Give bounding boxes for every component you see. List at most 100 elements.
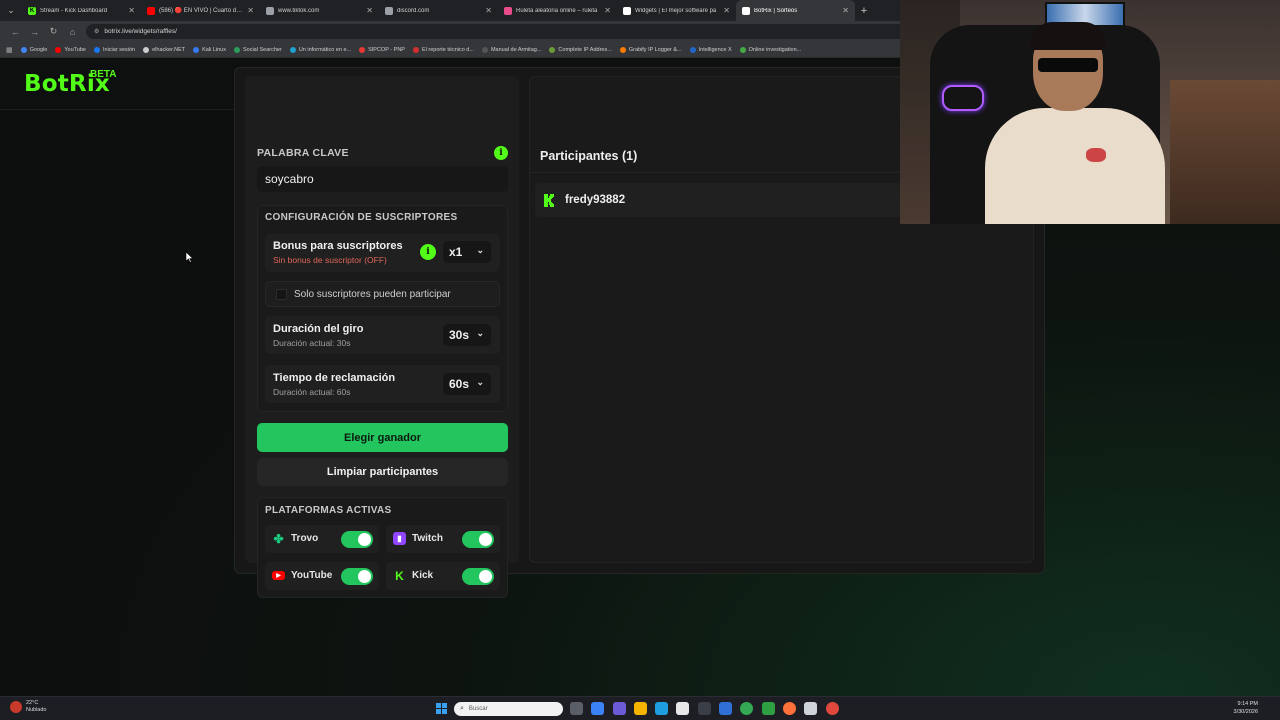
url-text: botrix.live/widgets/raffles/ [104, 28, 177, 35]
bookmark-item[interactable]: Google [20, 46, 48, 53]
platform-toggle[interactable] [462, 531, 494, 548]
steam-icon[interactable] [697, 702, 711, 715]
copilot-icon[interactable] [591, 702, 605, 715]
task-view-icon[interactable] [570, 702, 583, 715]
close-icon[interactable]: ✕ [485, 6, 492, 15]
edge-icon[interactable] [655, 702, 669, 715]
browser-tab[interactable]: Widgets | El mejor software pa ✕ [617, 0, 736, 21]
bookmark-item[interactable]: Grabify IP Logger &... [619, 46, 682, 53]
xbox-icon[interactable] [761, 702, 775, 715]
bonus-info-icon[interactable]: i [420, 244, 436, 260]
browser-tab[interactable]: Ruleta aleatoria online – ruleta ✕ [498, 0, 617, 21]
chrome-icon[interactable] [740, 702, 754, 715]
claim-time-value: 60s [449, 377, 470, 391]
bookmark-item[interactable]: El reporte técnico d... [412, 46, 474, 53]
participants-title: Participantes (1) [540, 149, 638, 163]
platform-toggle[interactable] [341, 568, 373, 585]
bonus-multiplier-select[interactable]: x1 ⌄ [443, 241, 491, 263]
bookmark-item[interactable]: Complete IP Addres... [549, 46, 612, 53]
back-icon[interactable]: ← [6, 27, 25, 37]
bookmark-label: Google [29, 46, 48, 53]
bookmark-item[interactable]: Un informático en e... [289, 46, 352, 53]
youtube-icon: ▶ [272, 571, 285, 580]
kick-icon: K [395, 568, 404, 583]
vscode-icon[interactable] [719, 702, 733, 715]
clear-participants-button[interactable]: Limpiar participantes [257, 458, 508, 486]
mouse-cursor-icon [186, 252, 194, 263]
wheel-icon [504, 6, 512, 15]
subs-only-row[interactable]: Solo suscriptores pueden participar [265, 281, 500, 307]
weather-temp: 22°C [26, 700, 39, 706]
bookmark-item[interactable]: YouTube [55, 46, 86, 53]
bookmark-item[interactable]: Online investigation... [739, 46, 802, 53]
close-icon[interactable]: ✕ [604, 6, 611, 15]
participant-name: fredy93882 [565, 194, 626, 206]
taskbar-search[interactable]: ⌕ Buscar [454, 702, 563, 716]
toggle-knob [358, 570, 371, 583]
address-bar[interactable]: ⚙ botrix.live/widgets/raffles/ [86, 24, 906, 39]
chevron-down-icon: ⌄ [476, 328, 484, 338]
bookmark-favicon-icon [481, 46, 488, 53]
trovo-icon: ✤ [273, 531, 284, 546]
bookmark-item[interactable]: SIPCOP - PNP [359, 46, 405, 53]
keyword-input[interactable] [257, 166, 508, 192]
forward-icon[interactable]: → [25, 27, 44, 37]
platform-name: Trovo [291, 533, 319, 544]
bookmark-item[interactable]: Iniciar sesión [94, 46, 135, 53]
browser-tab[interactable]: (586) 🔴 EN VIVO | Cuarto del s ✕ [141, 0, 260, 21]
apps-grid-icon[interactable]: ▦ [6, 46, 13, 54]
toggle-knob [358, 533, 371, 546]
spin-duration-select[interactable]: 30s ⌄ [443, 324, 491, 346]
system-clock[interactable]: 9:14 PM 3/30/2026 [1234, 701, 1258, 716]
platform-kick: K Kick [386, 562, 500, 590]
kick-icon [543, 193, 556, 207]
platform-toggle[interactable] [341, 531, 373, 548]
bookmark-label: elhacker.NET [152, 46, 186, 53]
site-info-icon[interactable]: ⚙ [94, 28, 99, 35]
close-icon[interactable]: ✕ [842, 6, 849, 15]
app-icon[interactable] [804, 702, 818, 715]
new-tab-button[interactable]: + [855, 5, 873, 17]
platform-toggle[interactable] [462, 568, 494, 585]
bookmark-item[interactable]: elhacker.NET [143, 46, 186, 53]
browser-tab[interactable]: K Stream - Kick Dashboard ✕ [22, 0, 141, 21]
bookmark-favicon-icon [94, 46, 100, 53]
reload-icon[interactable]: ↻ [44, 26, 63, 37]
bookmark-item[interactable]: Intelligence X [689, 46, 732, 53]
close-icon[interactable]: ✕ [128, 6, 135, 15]
bookmark-item[interactable]: Kali Linux [193, 46, 226, 53]
obs-icon[interactable] [825, 702, 839, 715]
close-icon[interactable]: ✕ [723, 6, 730, 15]
teams-icon[interactable] [612, 702, 626, 715]
store-icon[interactable] [676, 702, 690, 715]
close-icon[interactable]: ✕ [247, 6, 254, 15]
subs-only-checkbox[interactable] [276, 289, 287, 300]
close-icon[interactable]: ✕ [366, 6, 373, 15]
bookmark-label: YouTube [64, 46, 86, 53]
tab-search-icon[interactable]: ⌄ [0, 0, 22, 21]
browser-tab[interactable]: BotRix | Sorteos ✕ [736, 0, 855, 21]
claim-time-title: Tiempo de reclamación [273, 372, 396, 384]
weather-desc: Nublado [26, 707, 47, 713]
weather-widget[interactable]: 22°C Nublado [10, 700, 47, 714]
search-icon: ⌕ [460, 705, 464, 712]
file-explorer-icon[interactable] [633, 702, 647, 715]
bookmark-item[interactable]: Manual de Armitag... [481, 46, 541, 53]
browser-tab[interactable]: www.tiktok.com ✕ [260, 0, 379, 21]
claim-time-select[interactable]: 60s ⌄ [443, 373, 491, 395]
windows-start-icon[interactable] [436, 703, 447, 714]
tab-title: Widgets | El mejor software pa [635, 7, 717, 14]
keyword-info-icon[interactable]: i [494, 146, 508, 160]
bookmark-label: Un informático en e... [298, 46, 352, 53]
spin-duration-title: Duración del giro [273, 323, 364, 335]
pick-winner-button[interactable]: Elegir ganador [257, 423, 508, 452]
browser-tab[interactable]: discord.com ✕ [379, 0, 498, 21]
botrix-icon [623, 6, 631, 15]
home-icon[interactable]: ⌂ [63, 27, 82, 37]
spin-duration-value: 30s [449, 328, 470, 342]
weather-icon [10, 701, 22, 713]
firefox-icon[interactable] [782, 702, 796, 715]
bookmark-label: Online investigation... [748, 46, 802, 53]
subscribers-config-title: CONFIGURACIÓN DE SUSCRIPTORES [265, 212, 458, 223]
bookmark-item[interactable]: Social Searcher [233, 46, 282, 53]
